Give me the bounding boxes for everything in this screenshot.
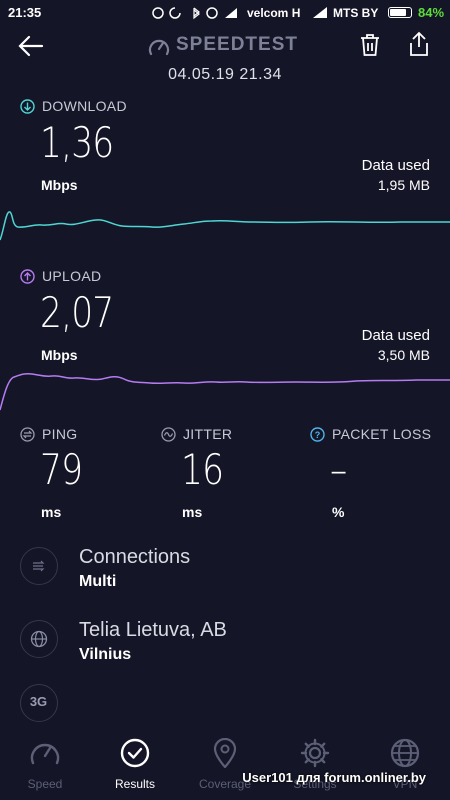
gauge-icon xyxy=(30,743,60,765)
svg-text:?: ? xyxy=(315,430,321,440)
connections-icon xyxy=(20,547,58,585)
network-type-badge: 3G xyxy=(29,694,48,709)
upload-label: UPLOAD xyxy=(42,268,102,284)
battery-percent: 84% xyxy=(418,5,445,20)
upload-icon xyxy=(20,269,35,284)
signal-icon xyxy=(313,7,327,18)
status-time: 21:35 xyxy=(8,5,42,20)
result-date: 04.05.19 21.34 xyxy=(168,66,282,83)
connections-row[interactable]: Connections Multi xyxy=(20,546,430,590)
connections-title: Connections xyxy=(79,546,191,568)
map-pin-icon xyxy=(213,737,237,769)
download-unit: Mbps xyxy=(41,177,78,193)
nav-results[interactable]: Results xyxy=(90,738,180,791)
connections-value: Multi xyxy=(79,573,117,590)
server-provider: Telia Lietuva, AB xyxy=(79,619,227,641)
packet-loss-label: PACKET LOSS xyxy=(332,426,432,442)
ping-value: 79 xyxy=(40,445,83,494)
globe-icon xyxy=(20,620,58,658)
status-bar: 21:35 velcom H MTS BY 84% xyxy=(0,0,450,26)
title-text: SPEEDTEST xyxy=(176,34,298,55)
status-icons xyxy=(152,7,237,20)
ping-icon xyxy=(20,427,35,442)
server-row[interactable]: Telia Lietuva, AB Vilnius xyxy=(20,619,430,663)
ping-label: PING xyxy=(42,426,78,442)
gear-icon xyxy=(300,738,330,768)
back-arrow-icon[interactable] xyxy=(16,34,44,58)
network-type-row[interactable]: 3G xyxy=(20,684,430,724)
nav-speed-label: Speed xyxy=(27,777,63,791)
trash-icon[interactable] xyxy=(358,33,382,57)
upload-data-used-value: 3,50 MB xyxy=(377,347,430,363)
packet-loss-value: – xyxy=(330,445,347,494)
jitter-icon xyxy=(161,427,176,442)
upload-data-used-label: Data used xyxy=(361,327,430,344)
upload-value: 2,07 xyxy=(40,288,114,337)
download-data-used-value: 1,95 MB xyxy=(377,177,430,193)
nav-speed[interactable]: Speed xyxy=(0,738,90,791)
download-data-used-label: Data used xyxy=(361,157,430,174)
speedtest-logo-icon xyxy=(148,39,170,56)
3g-icon: 3G xyxy=(20,684,58,722)
nav-results-label: Results xyxy=(114,777,155,791)
jitter-value: 16 xyxy=(181,445,224,494)
packet-loss-unit: % xyxy=(332,504,345,520)
jitter-label: JITTER xyxy=(183,426,233,442)
download-speed-graph xyxy=(0,211,450,241)
watermark-text: User101 для forum.onliner.by xyxy=(242,770,426,785)
check-circle-icon xyxy=(120,738,150,768)
bottom-nav: Speed Results Coverage Settings VPN xyxy=(0,728,450,800)
download-label: DOWNLOAD xyxy=(42,98,127,114)
upload-unit: Mbps xyxy=(41,347,78,363)
carrier-velcom: velcom H xyxy=(247,6,301,20)
battery-icon xyxy=(388,7,412,18)
download-icon xyxy=(20,99,35,114)
share-icon[interactable] xyxy=(407,31,431,57)
upload-speed-graph xyxy=(0,373,450,411)
server-location: Vilnius xyxy=(79,646,132,663)
help-icon[interactable]: ? xyxy=(310,427,325,442)
download-value: 1,36 xyxy=(40,118,114,167)
app-title: SPEEDTEST xyxy=(148,34,308,58)
ping-unit: ms xyxy=(41,504,62,520)
jitter-unit: ms xyxy=(182,504,203,520)
carrier-mts: MTS BY xyxy=(333,6,379,20)
vpn-globe-icon xyxy=(390,738,420,768)
